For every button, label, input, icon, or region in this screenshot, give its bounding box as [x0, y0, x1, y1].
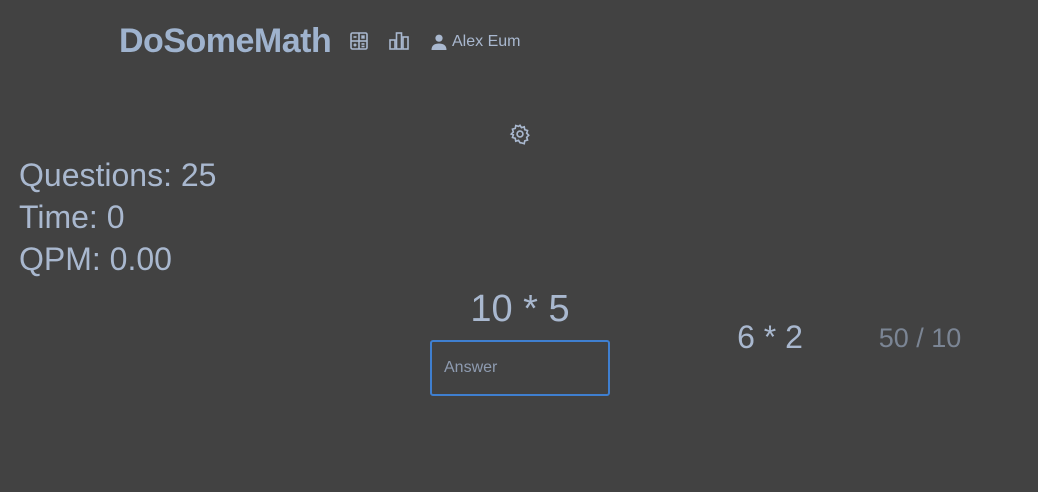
user-name: Alex Eum	[452, 33, 521, 50]
user-profile-link[interactable]: Alex Eum	[430, 31, 520, 53]
person-icon	[431, 34, 447, 50]
brand-title[interactable]: DoSomeMath	[119, 20, 332, 62]
current-question: 10 * 5	[470, 288, 570, 330]
stats-panel: Questions: 25 Time: 0 QPM: 0.00	[19, 154, 216, 280]
calculator-icon[interactable]	[348, 30, 370, 52]
previous-question: 6 * 2	[737, 319, 803, 355]
questions-count: Questions: 25	[19, 157, 217, 193]
app-root: DoSomeMath Alex Eum Questions: 25 Time: …	[0, 0, 1038, 492]
gear-icon[interactable]	[508, 122, 532, 146]
answer-input[interactable]	[430, 340, 610, 396]
previous-answer: 50 / 10	[878, 323, 962, 353]
elapsed-time: Time: 0	[19, 199, 125, 235]
questions-per-minute: QPM: 0.00	[19, 241, 172, 277]
bar-chart-icon[interactable]	[388, 30, 410, 52]
